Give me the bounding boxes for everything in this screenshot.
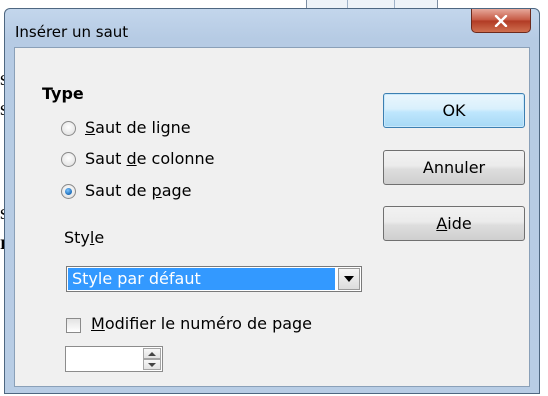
dialog-content: Type Saut de ligne Saut de colonne Saut … (14, 47, 530, 387)
help-button[interactable]: Aide (383, 206, 525, 241)
type-section-title: Type (42, 84, 84, 103)
radio-line-break-label[interactable]: Saut de ligne (85, 118, 191, 137)
dialog-title: Insérer un saut (15, 23, 129, 41)
style-select[interactable]: Style par défaut (66, 266, 362, 292)
close-icon (494, 14, 508, 27)
cancel-button[interactable]: Annuler (383, 150, 525, 185)
style-dropdown-button[interactable] (338, 268, 360, 290)
style-label: Style (64, 228, 105, 247)
style-select-value: Style par défaut (68, 268, 335, 290)
close-button[interactable] (471, 9, 531, 33)
chevron-down-icon (148, 362, 156, 367)
spin-down-button[interactable] (143, 359, 161, 370)
radio-column-break-label[interactable]: Saut de colonne (85, 149, 215, 168)
chevron-up-icon (148, 351, 156, 356)
spin-buttons (143, 348, 161, 370)
title-bar[interactable]: Insérer un saut (5, 9, 539, 45)
chevron-down-icon (344, 276, 354, 282)
modify-page-number-label[interactable]: Modifier le numéro de page (91, 314, 312, 333)
page-number-spinbox[interactable] (65, 346, 163, 372)
modify-page-number-checkbox[interactable] (66, 318, 81, 333)
spin-up-button[interactable] (143, 348, 161, 359)
insert-break-dialog: Insérer un saut Type Saut de ligne Saut … (4, 8, 540, 394)
radio-column-break[interactable] (61, 152, 76, 167)
radio-page-break-label[interactable]: Saut de page (85, 181, 192, 200)
ok-button[interactable]: OK (383, 93, 525, 128)
radio-page-break[interactable] (61, 184, 76, 199)
radio-line-break[interactable] (61, 121, 76, 136)
